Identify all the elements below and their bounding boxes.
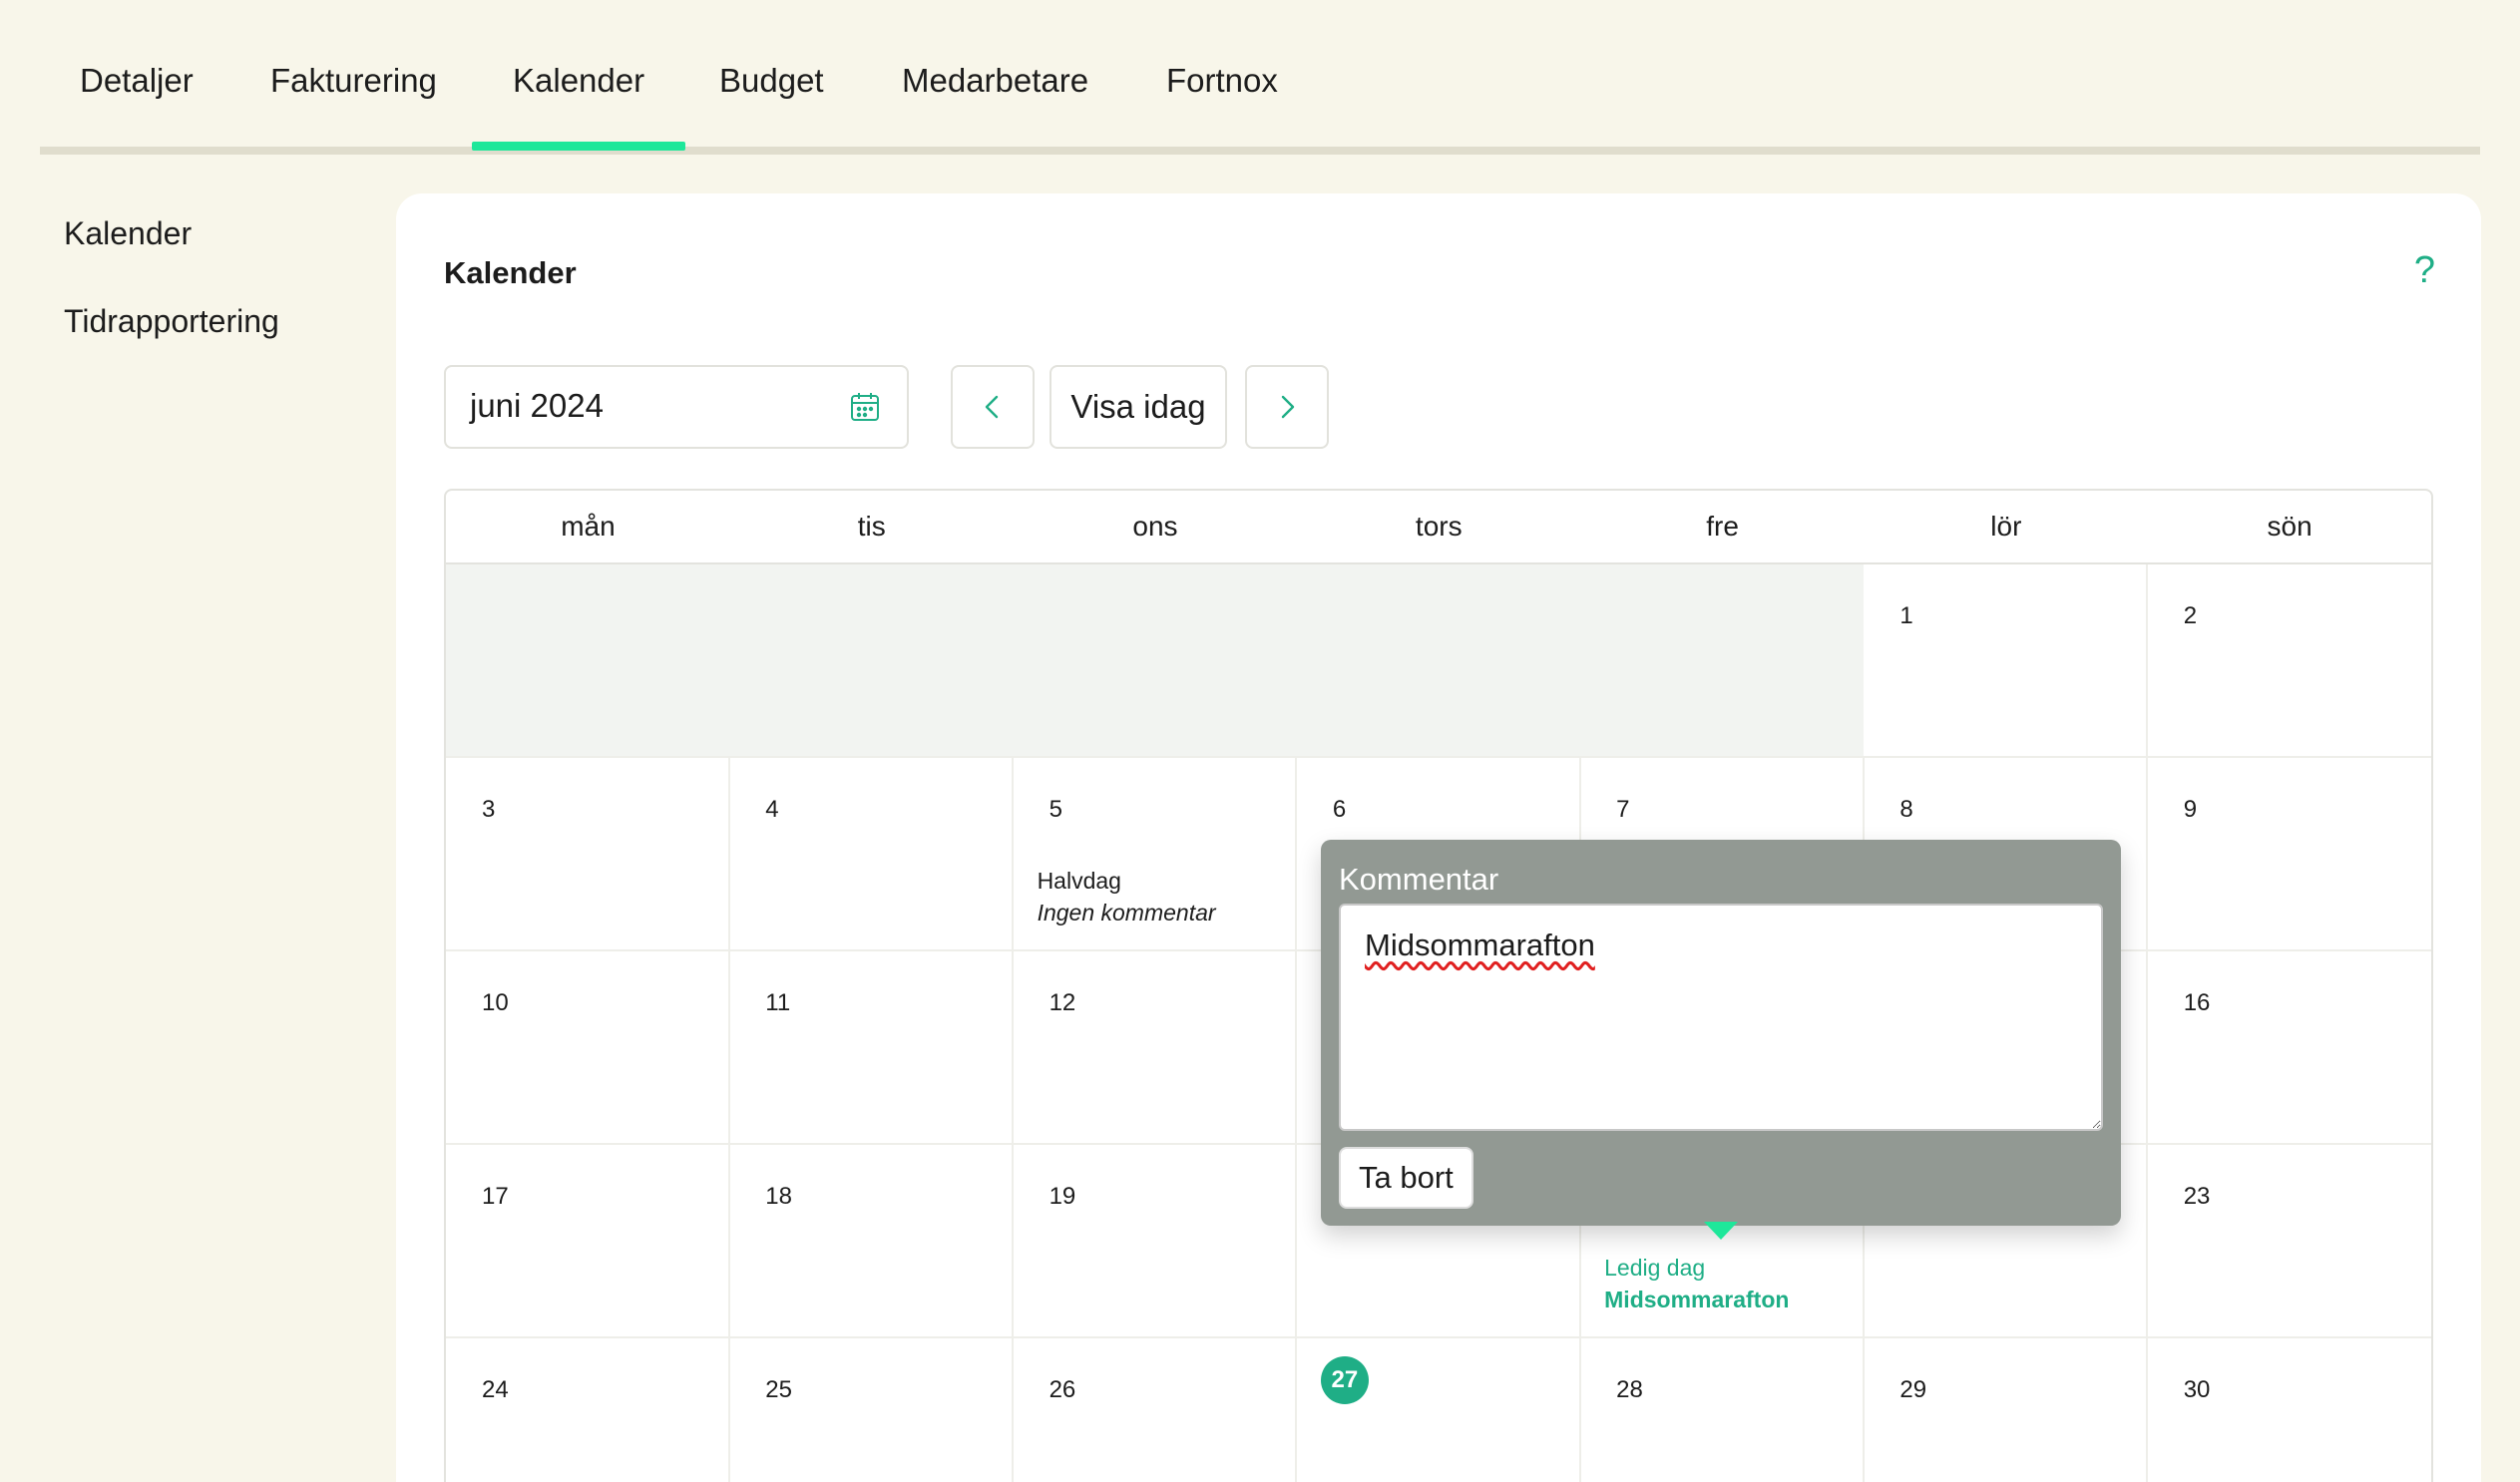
day-cell[interactable]: 28 <box>1580 1338 1865 1482</box>
tab-budget[interactable]: Budget <box>719 62 824 100</box>
weekday-label: sön <box>2267 511 2312 542</box>
day-cell[interactable]: 29 <box>1864 1338 2149 1482</box>
day-number: 2 <box>2183 602 2198 629</box>
calendar-icon[interactable] <box>849 391 881 423</box>
today-button[interactable]: Visa idag <box>1050 365 1227 449</box>
day-cell[interactable]: 27 <box>1297 1338 1581 1482</box>
day-number: 12 <box>1049 989 1076 1016</box>
day-cell[interactable]: 9 <box>2147 758 2431 951</box>
day-cell[interactable]: 30 <box>2148 1338 2431 1482</box>
day-number: 16 <box>2183 989 2211 1016</box>
day-number: 17 <box>482 1183 509 1210</box>
outside-month-block <box>446 564 1865 758</box>
popover-arrow <box>1704 1222 1738 1240</box>
weekday-label: fre <box>1706 511 1739 542</box>
tab-kalender[interactable]: Kalender <box>471 62 686 151</box>
prev-month-button[interactable] <box>951 365 1035 449</box>
comment-popover: Kommentar Ta bort <box>1321 840 2121 1240</box>
day-cell[interactable]: 24 <box>446 1338 730 1482</box>
event-text: Ingen kommentar <box>1037 900 1216 926</box>
day-cell[interactable]: 18 <box>729 1145 1015 1338</box>
next-month-button[interactable] <box>1245 365 1329 449</box>
event-text: Ledig dag <box>1604 1255 1706 1281</box>
day-cell[interactable]: 4 <box>729 758 1015 951</box>
tab-medarbetare[interactable]: Medarbetare <box>902 62 1088 100</box>
card-title: Kalender <box>444 255 577 290</box>
popover-title: Kommentar <box>1339 862 1499 897</box>
day-number: 25 <box>765 1376 792 1403</box>
day-number: 7 <box>1616 796 1630 823</box>
day-number: 5 <box>1049 796 1062 823</box>
event-text: Halvdag <box>1037 868 1121 894</box>
month-value: juni 2024 <box>470 387 604 424</box>
day-cell[interactable]: 2 <box>2147 564 2431 758</box>
day-cell[interactable]: 1 <box>1864 564 2149 758</box>
calendar-card: Kalender ? juni 2024 Visa idag mån tis ons… <box>396 193 2481 1482</box>
day-cell[interactable]: 23 <box>2147 1145 2431 1338</box>
sidenav-item-tidrapportering[interactable]: Tidrapportering <box>64 303 279 340</box>
day-number: 24 <box>482 1376 509 1403</box>
weekday-label: ons <box>1132 511 1178 542</box>
event-text: Midsommarafton <box>1604 1287 1790 1312</box>
day-cell[interactable]: 17 <box>446 1145 730 1338</box>
delete-button[interactable]: Ta bort <box>1339 1147 1473 1209</box>
day-cell[interactable]: 25 <box>729 1338 1015 1482</box>
weekday-label: tis <box>857 511 886 542</box>
day-number: 28 <box>1616 1376 1643 1403</box>
day-number: 4 <box>765 796 779 823</box>
weekday-label: lör <box>1990 511 2022 542</box>
day-number: 6 <box>1332 796 1347 823</box>
day-number: 26 <box>1049 1376 1076 1403</box>
tab-fakturering[interactable]: Fakturering <box>270 62 437 100</box>
today-marker: 27 <box>1320 1356 1369 1404</box>
chevron-right-icon <box>1281 395 1295 419</box>
weekday-label: mån <box>561 511 616 542</box>
day-cell[interactable]: 10 <box>446 951 730 1145</box>
day-number: 29 <box>1899 1376 1927 1403</box>
day-number: 10 <box>482 989 509 1016</box>
comment-textarea[interactable] <box>1339 904 2103 1131</box>
day-number: 1 <box>1899 602 1913 629</box>
day-number: 19 <box>1049 1183 1076 1210</box>
day-cell[interactable]: 11 <box>729 951 1015 1145</box>
day-cell[interactable]: 5 Halvdag Ingen kommentar <box>1013 758 1298 951</box>
day-number: 11 <box>765 989 791 1016</box>
top-tabs: Detaljer Fakturering Kalender Budget Med… <box>40 0 2480 155</box>
day-cell[interactable]: 3 <box>446 758 730 951</box>
day-number: 8 <box>1899 796 1913 823</box>
day-cell[interactable]: 12 <box>1013 951 1298 1145</box>
day-cell[interactable]: 26 <box>1014 1338 1298 1482</box>
day-number: 23 <box>2183 1183 2211 1210</box>
weekday-label: tors <box>1415 511 1463 542</box>
day-number: 18 <box>765 1183 792 1210</box>
day-cell[interactable]: 19 <box>1013 1145 1298 1338</box>
tab-detaljer[interactable]: Detaljer <box>80 62 194 100</box>
day-number: 3 <box>482 796 496 823</box>
help-icon[interactable]: ? <box>2414 249 2435 292</box>
day-number: 9 <box>2183 796 2198 823</box>
chevron-left-icon <box>985 395 999 419</box>
day-cell[interactable]: 16 <box>2147 951 2431 1145</box>
month-picker-input[interactable]: juni 2024 <box>444 365 909 449</box>
weekday-header: mån tis ons tors fre lör sön <box>446 491 2431 564</box>
day-number: 30 <box>2183 1376 2211 1403</box>
sidenav-item-kalender[interactable]: Kalender <box>64 215 192 252</box>
tab-fortnox[interactable]: Fortnox <box>1166 62 1278 100</box>
